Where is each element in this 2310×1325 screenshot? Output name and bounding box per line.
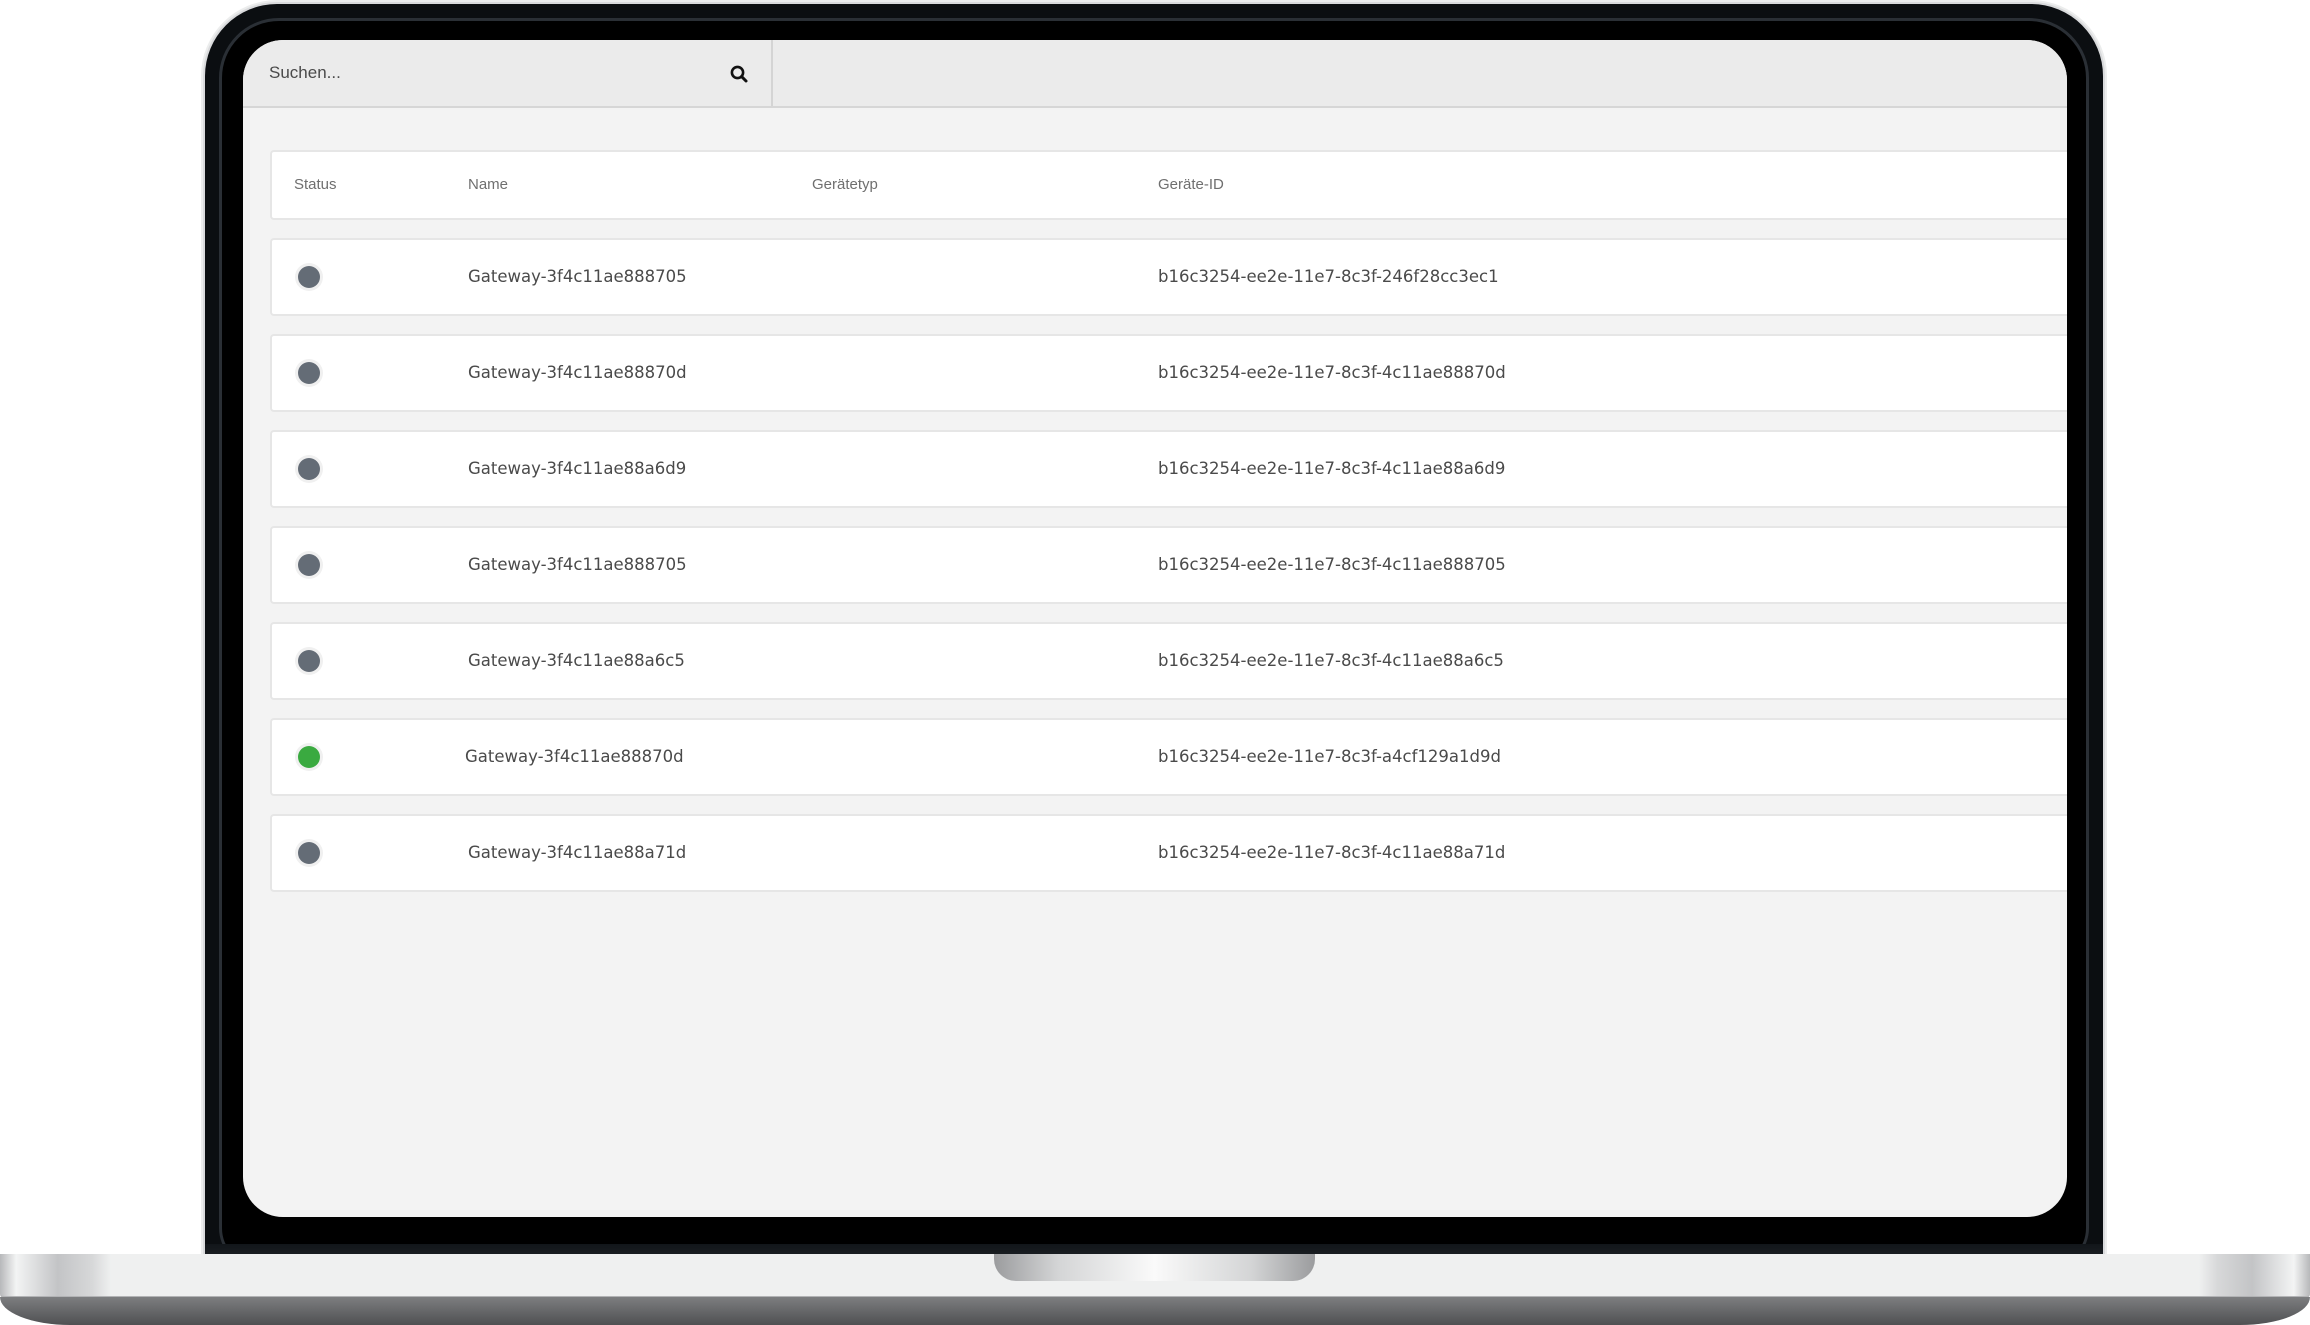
search-box xyxy=(243,40,773,106)
status-indicator-icon xyxy=(298,362,320,384)
status-indicator-icon xyxy=(298,458,320,480)
search-input[interactable] xyxy=(269,58,709,88)
device-id: b16c3254-ee2e-11e7-8c3f-4c11ae88a71d xyxy=(1158,843,1506,862)
status-indicator-icon xyxy=(298,842,320,864)
device-name: Gateway-3f4c11ae888705 xyxy=(468,555,687,574)
device-name: Gateway-3f4c11ae888705 xyxy=(468,267,687,286)
table-row[interactable]: Gateway-3f4c11ae888705 b16c3254-ee2e-11e… xyxy=(270,526,2067,604)
device-id: b16c3254-ee2e-11e7-8c3f-4c11ae888705 xyxy=(1158,555,1506,574)
device-name: Gateway-3f4c11ae88a6d9 xyxy=(468,459,687,478)
status-indicator-icon xyxy=(298,554,320,576)
device-name: Gateway-3f4c11ae88a6c5 xyxy=(468,651,685,670)
device-id: b16c3254-ee2e-11e7-8c3f-4c11ae88870d xyxy=(1158,363,1506,382)
status-indicator-icon xyxy=(298,650,320,672)
screen: Status Name Gerätetyp Geräte-ID Gateway-… xyxy=(243,40,2067,1217)
table-row[interactable]: Gateway-3f4c11ae88870d b16c3254-ee2e-11e… xyxy=(270,334,2067,412)
device-name: Gateway-3f4c11ae88870d xyxy=(468,363,687,382)
device-name: Gateway-3f4c11ae88870d xyxy=(465,747,684,766)
status-indicator-icon xyxy=(298,746,320,768)
table-row[interactable]: Gateway-3f4c11ae888705 b16c3254-ee2e-11e… xyxy=(270,238,2067,316)
device-name: Gateway-3f4c11ae88a71d xyxy=(468,843,687,862)
laptop-opening-notch xyxy=(994,1254,1315,1281)
column-header-status[interactable]: Status xyxy=(294,152,337,218)
top-bar xyxy=(243,40,2067,108)
device-id: b16c3254-ee2e-11e7-8c3f-246f28cc3ec1 xyxy=(1158,267,1499,286)
column-header-device-id[interactable]: Geräte-ID xyxy=(1158,152,1224,218)
table-row[interactable]: Gateway-3f4c11ae88a71d b16c3254-ee2e-11e… xyxy=(270,814,2067,892)
laptop-base-bottom xyxy=(0,1297,2310,1325)
device-id: b16c3254-ee2e-11e7-8c3f-4c11ae88a6d9 xyxy=(1158,459,1506,478)
table-row[interactable]: Gateway-3f4c11ae88870d b16c3254-ee2e-11e… xyxy=(270,718,2067,796)
laptop-base xyxy=(0,1254,2310,1325)
device-id: b16c3254-ee2e-11e7-8c3f-4c11ae88a6c5 xyxy=(1158,651,1504,670)
column-header-device-type[interactable]: Gerätetyp xyxy=(812,152,878,218)
table-row[interactable]: Gateway-3f4c11ae88a6d9 b16c3254-ee2e-11e… xyxy=(270,430,2067,508)
status-indicator-icon xyxy=(298,266,320,288)
column-header-name[interactable]: Name xyxy=(468,152,508,218)
table-row[interactable]: Gateway-3f4c11ae88a6c5 b16c3254-ee2e-11e… xyxy=(270,622,2067,700)
device-id: b16c3254-ee2e-11e7-8c3f-a4cf129a1d9d xyxy=(1158,747,1501,766)
table-header: Status Name Gerätetyp Geräte-ID xyxy=(270,150,2067,220)
search-icon[interactable] xyxy=(729,64,749,84)
